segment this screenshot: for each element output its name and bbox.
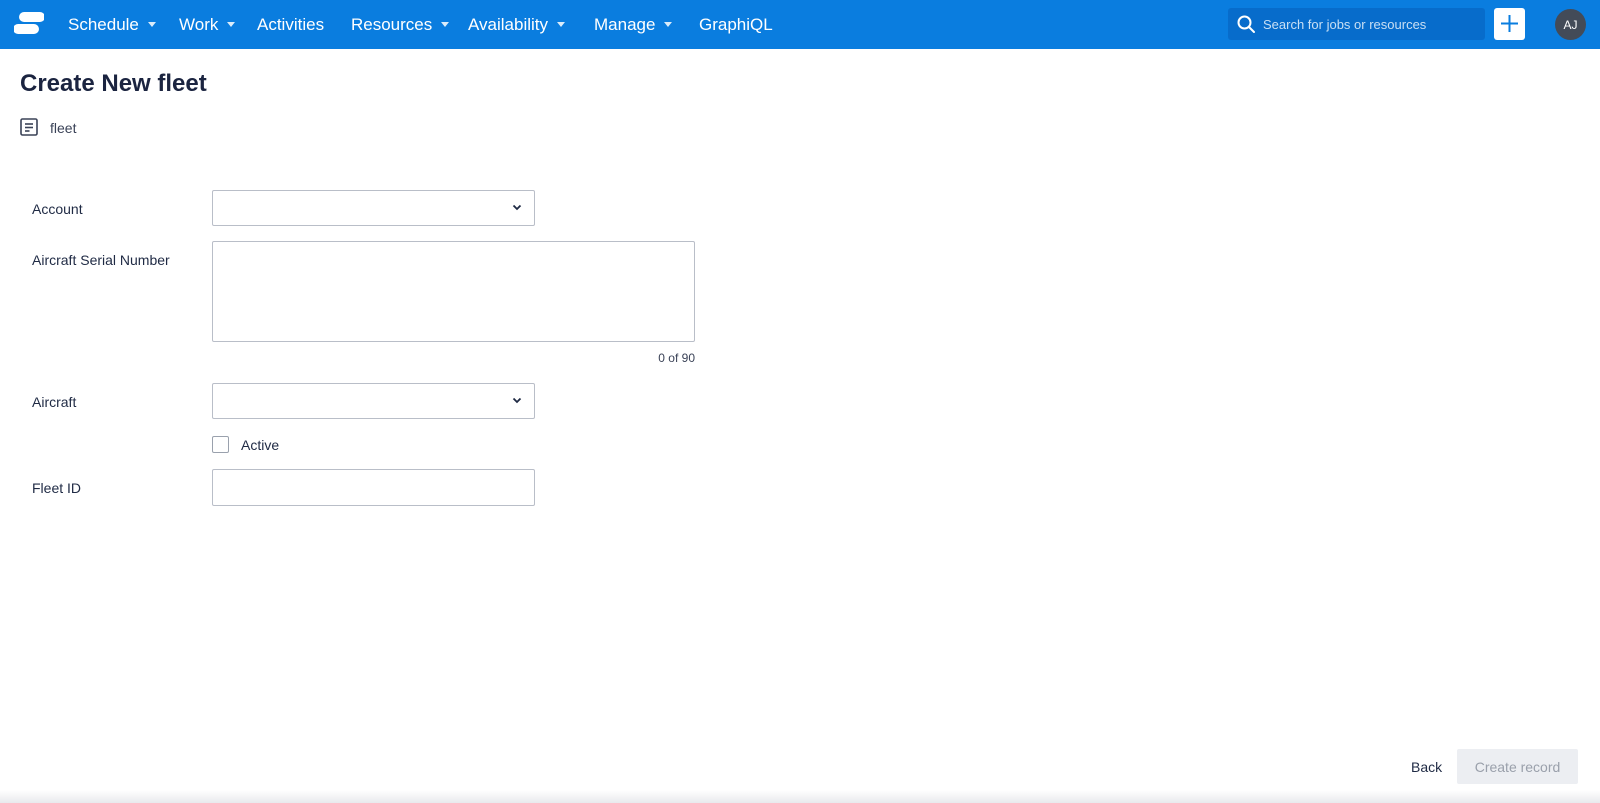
fleet-id-label: Fleet ID	[32, 480, 82, 496]
nav-manage-label: Manage	[594, 14, 656, 34]
search-icon	[1237, 15, 1255, 33]
active-checkbox[interactable]	[212, 436, 229, 453]
account-label: Account	[32, 201, 83, 217]
fleet-id-input[interactable]	[212, 469, 535, 506]
nav-availability-label: Availability	[468, 14, 549, 34]
caret-down-icon	[227, 22, 236, 27]
chevron-down-icon	[512, 397, 522, 404]
aircraft-label: Aircraft	[32, 394, 77, 410]
chevron-down-icon	[512, 204, 522, 211]
footer-shadow	[0, 790, 1600, 803]
search-input[interactable]	[1263, 8, 1478, 40]
nav-activities-label: Activities	[257, 14, 325, 34]
nav-work[interactable]: Work	[179, 0, 236, 49]
create-fleet-page: Schedule Work Activities Resources Avail…	[0, 0, 1600, 803]
nav-activities[interactable]: Activities	[257, 0, 324, 49]
record-icon	[20, 118, 38, 136]
plus-icon	[1501, 15, 1518, 32]
aircraft-serial-number-textarea[interactable]	[212, 241, 695, 342]
aircraft-serial-number-label: Aircraft Serial Number	[32, 252, 170, 268]
caret-down-icon	[557, 22, 566, 27]
page-title: Create New fleet	[20, 70, 207, 97]
back-button[interactable]: Back	[1403, 750, 1450, 783]
app-logo-icon[interactable]	[14, 10, 44, 36]
nav-manage[interactable]: Manage	[594, 0, 673, 49]
object-type-label: fleet	[50, 120, 77, 136]
nav-graphiql-label: GraphiQL	[699, 14, 773, 34]
top-navigation-bar: Schedule Work Activities Resources Avail…	[0, 0, 1600, 49]
nav-schedule[interactable]: Schedule	[68, 0, 156, 49]
nav-resources-label: Resources	[351, 14, 433, 34]
avatar-initials: AJ	[1563, 17, 1578, 32]
caret-down-icon	[664, 22, 673, 27]
nav-work-label: Work	[179, 14, 219, 34]
caret-down-icon	[441, 22, 450, 27]
aircraft-select[interactable]	[212, 383, 535, 419]
create-new-button[interactable]	[1494, 8, 1525, 40]
caret-down-icon	[147, 22, 156, 27]
nav-resources[interactable]: Resources	[351, 0, 450, 49]
nav-availability[interactable]: Availability	[468, 0, 566, 49]
nav-graphiql[interactable]: GraphiQL	[699, 0, 773, 49]
account-select[interactable]	[212, 190, 535, 226]
active-checkbox-label: Active	[241, 437, 280, 453]
global-search	[1228, 8, 1485, 40]
create-record-button[interactable]: Create record	[1457, 749, 1578, 784]
user-avatar[interactable]: AJ	[1555, 9, 1586, 40]
character-counter: 0 of 90	[658, 351, 695, 365]
nav-schedule-label: Schedule	[68, 14, 139, 34]
